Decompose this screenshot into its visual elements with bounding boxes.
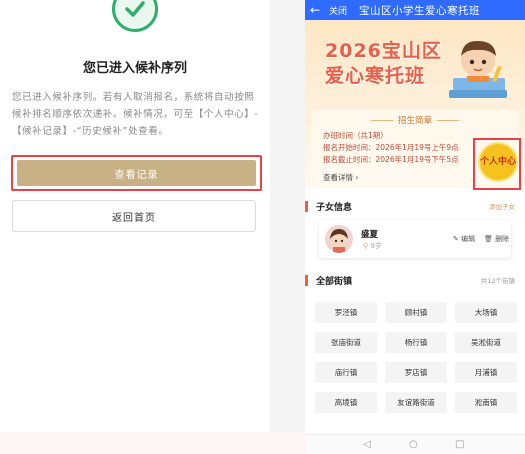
- towns-section-title: 全部街镇: [316, 276, 353, 287]
- town-button[interactable]: 吴淞街道: [455, 332, 517, 353]
- app-topbar: ← 关闭 宝山区小学生爱心寒托班: [305, 0, 525, 20]
- view-details-link[interactable]: 查看详情 ›: [323, 172, 358, 183]
- delete-child-button[interactable]: 🗑 删除: [484, 234, 509, 244]
- town-button[interactable]: 淞南镇: [455, 392, 517, 413]
- section-marker: [305, 200, 308, 212]
- town-button[interactable]: 顾村镇: [385, 302, 447, 323]
- town-button[interactable]: 高境镇: [315, 392, 377, 413]
- nav-recent-icon[interactable]: □: [455, 439, 464, 450]
- delete-label: 删除: [495, 235, 510, 243]
- result-description: 您已进入候补序列。若有人取消报名，系统将自动按照候补排名顺序依次递补。候补情况，…: [12, 92, 259, 137]
- home-screen: ← 关闭 宝山区小学生爱心寒托班 2026宝山区 爱心寒托班 招生简章 办班时间…: [305, 0, 525, 454]
- nav-home-icon[interactable]: ○: [409, 439, 418, 450]
- town-button[interactable]: 月浦镇: [455, 362, 517, 383]
- child-name: 盛夏: [361, 230, 379, 240]
- view-records-button[interactable]: 查看记录: [17, 160, 256, 186]
- section-marker: [305, 274, 308, 286]
- info-line-start: 报名开始时间：2026年1月19号上午9点: [323, 143, 459, 152]
- back-home-button[interactable]: 返回首页: [12, 200, 256, 232]
- info-card-heading: 招生简章: [311, 114, 519, 126]
- location-pin-icon: ⚲: [363, 242, 369, 250]
- child-age: ⚲ 9岁: [363, 241, 382, 251]
- town-button[interactable]: 罗店镇: [385, 362, 447, 383]
- town-count: 共12个街镇: [480, 277, 515, 285]
- panel-bottom-area: [0, 432, 305, 454]
- close-button[interactable]: 关闭: [329, 4, 347, 17]
- town-button[interactable]: 庙行镇: [315, 362, 377, 383]
- children-section-title: 子女信息: [316, 202, 353, 213]
- avatar: [325, 225, 353, 253]
- page-title: 宝山区小学生爱心寒托班: [359, 4, 481, 17]
- town-button[interactable]: 张庙街道: [315, 332, 377, 353]
- add-child-link[interactable]: 添加子女: [489, 201, 515, 211]
- town-button[interactable]: 杨行镇: [385, 332, 447, 353]
- system-nav-bar: ◁ ○ □: [305, 434, 525, 454]
- success-check-icon: [112, 0, 158, 32]
- town-button[interactable]: 大场镇: [455, 302, 517, 323]
- back-arrow-icon[interactable]: ←: [305, 3, 325, 17]
- town-button[interactable]: 罗泾镇: [315, 302, 377, 323]
- edit-child-button[interactable]: ✎ 编辑: [453, 234, 475, 244]
- edit-label: 编辑: [461, 235, 476, 243]
- result-title: 您已进入候补序列: [82, 61, 187, 76]
- trash-icon: 🗑: [484, 235, 493, 243]
- child-card: 盛夏 ⚲ 9岁 ✎ 编辑 🗑 删除: [319, 220, 511, 258]
- banner-title-line2: 爱心寒托班: [325, 65, 426, 87]
- nav-back-icon[interactable]: ◁: [363, 439, 371, 450]
- info-line-end: 报名截止时间：2026年1月19号下午5点: [323, 155, 459, 164]
- waitlist-result-panel: 您已进入候补序列 您已进入候补序列。若有人取消报名，系统将自动按照候补排名顺序依…: [0, 0, 270, 432]
- children-section-header: 子女信息 添加子女: [305, 198, 525, 214]
- towns-section-header: 全部街镇 共12个街镇: [305, 272, 525, 288]
- banner-title-line1: 2026宝山区: [325, 40, 442, 62]
- town-button[interactable]: 友谊路街道: [385, 392, 447, 413]
- info-line-schedule: 办班时间（共1期）: [323, 131, 388, 140]
- boy-illustration-icon: [449, 40, 507, 98]
- personal-center-button[interactable]: 个人中心: [478, 142, 518, 182]
- child-age-value: 9岁: [370, 242, 382, 250]
- edit-icon: ✎: [453, 235, 459, 243]
